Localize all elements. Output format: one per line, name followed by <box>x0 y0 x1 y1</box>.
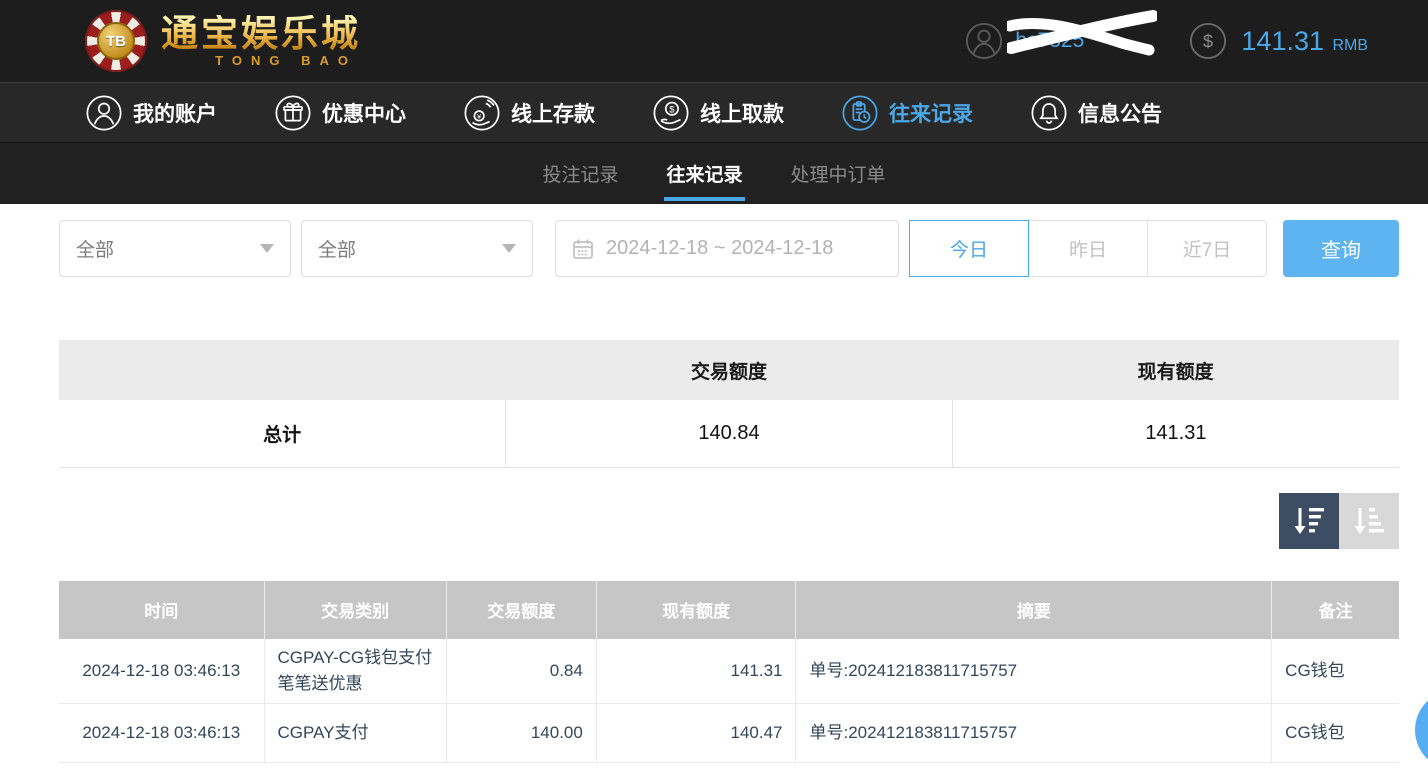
sort-descending-icon <box>1291 504 1327 538</box>
nav-label: 往来记录 <box>889 98 973 128</box>
summary-total-transaction: 140.84 <box>506 400 953 467</box>
cell-type: CGPAY-CG钱包支付笔笔送优惠 <box>264 639 446 704</box>
sort-controls <box>59 493 1399 549</box>
subtab-bar: 投注记录 往来记录 处理中订单 <box>0 143 1428 204</box>
col-header-summary: 摘要 <box>796 581 1272 639</box>
records-table: 时间 交易类别 交易额度 现有额度 摘要 备注 2024-12-18 03:46… <box>59 581 1399 764</box>
table-row: 2024-12-18 03:46:13 CGPAY支付 140.00 140.4… <box>59 704 1399 763</box>
chevron-down-icon <box>260 244 274 253</box>
summary-header-balance: 现有额度 <box>952 340 1399 400</box>
summary-total-row: 总计 140.84 141.31 <box>59 400 1399 467</box>
col-header-amount: 交易额度 <box>446 581 596 639</box>
svg-text:$: $ <box>669 104 675 115</box>
brand-subtitle: TONG BAO <box>215 54 361 67</box>
filter-row: 全部 全部 2024-12-18 ~ 2024-12-18 今日 <box>59 220 1399 277</box>
last7days-button[interactable]: 近7日 <box>1147 220 1267 277</box>
cell-amount: 0.84 <box>446 639 596 704</box>
summary-header-transaction: 交易额度 <box>506 340 953 400</box>
date-range-value: 2024-12-18 ~ 2024-12-18 <box>606 237 833 260</box>
brand-logo[interactable]: TB 通宝娱乐城 TONG BAO <box>85 10 361 72</box>
brand-text: 通宝娱乐城 TONG BAO <box>161 15 361 67</box>
wallet-balance[interactable]: $ 141.31 RMB <box>1189 22 1368 60</box>
nav-item-deposit[interactable]: ¥ 线上存款 <box>463 94 595 132</box>
cell-type: CGPAY支付 <box>264 704 446 763</box>
col-header-time: 时间 <box>59 581 264 639</box>
cell-balance: 141.31 <box>596 639 796 704</box>
nav-item-my-account[interactable]: 我的账户 <box>85 94 217 132</box>
records-icon <box>841 94 879 132</box>
sort-descending-button[interactable] <box>1279 493 1339 549</box>
category-select-1-value: 全部 <box>76 235 114 262</box>
nav-item-withdraw[interactable]: $ 线上取款 <box>652 94 784 132</box>
summary-table: 交易额度 现有额度 总计 140.84 141.31 <box>59 340 1399 468</box>
deposit-icon: ¥ <box>463 94 501 132</box>
dollar-coin-icon: $ <box>1189 22 1227 60</box>
summary-total-balance: 141.31 <box>952 400 1399 467</box>
header-right: bc7325 $ 141.31 RMB <box>965 22 1368 60</box>
nav-label: 信息公告 <box>1078 98 1162 128</box>
nav-label: 优惠中心 <box>322 98 406 128</box>
summary-header-row: 交易额度 现有额度 <box>59 340 1399 400</box>
records-header-row: 时间 交易类别 交易额度 现有额度 摘要 备注 <box>59 581 1399 639</box>
promo-icon <box>274 94 312 132</box>
category-select-2-value: 全部 <box>318 235 356 262</box>
poker-chip-icon: TB <box>85 10 147 72</box>
cell-note: CG钱包 <box>1272 704 1399 763</box>
account-icon <box>85 94 123 132</box>
col-header-type: 交易类别 <box>264 581 446 639</box>
svg-text:$: $ <box>1203 32 1213 52</box>
announce-icon <box>1030 94 1068 132</box>
cell-balance: 140.47 <box>596 704 796 763</box>
username: bc7325 <box>1015 29 1111 53</box>
withdraw-icon: $ <box>652 94 690 132</box>
calendar-icon <box>572 238 594 260</box>
nav-item-transaction-records[interactable]: 往来记录 <box>841 94 973 132</box>
nav-item-promotions[interactable]: 优惠中心 <box>274 94 406 132</box>
cell-summary: 单号:202412183811715757 <box>796 639 1272 704</box>
cell-time: 2024-12-18 03:46:13 <box>59 639 264 704</box>
summary-header-empty <box>59 340 506 400</box>
user-account[interactable]: bc7325 <box>965 22 1111 60</box>
brand-title: 通宝娱乐城 <box>161 15 361 52</box>
cell-time: 2024-12-18 03:46:13 <box>59 704 264 763</box>
top-header: TB 通宝娱乐城 TONG BAO bc7325 $ <box>0 0 1428 82</box>
cell-note: CG钱包 <box>1272 639 1399 704</box>
chevron-down-icon <box>502 244 516 253</box>
balance-currency: RMB <box>1332 37 1368 54</box>
tab-betting-records[interactable]: 投注记录 <box>542 160 618 201</box>
sort-ascending-icon <box>1351 504 1387 538</box>
category-select-1[interactable]: 全部 <box>59 220 291 277</box>
cell-amount: 140.00 <box>446 704 596 763</box>
today-button[interactable]: 今日 <box>909 220 1029 277</box>
balance-amount: 141.31 <box>1241 26 1324 56</box>
summary-total-label: 总计 <box>59 400 506 467</box>
user-avatar-icon <box>965 22 1003 60</box>
content-area: 全部 全部 2024-12-18 ~ 2024-12-18 今日 <box>0 204 1428 763</box>
category-select-2[interactable]: 全部 <box>301 220 533 277</box>
date-range-picker[interactable]: 2024-12-18 ~ 2024-12-18 <box>555 220 899 277</box>
col-header-note: 备注 <box>1272 581 1399 639</box>
main-nav: 我的账户 优惠中心 ¥ 线上存款 $ 线上取款 <box>0 82 1428 143</box>
nav-label: 我的账户 <box>133 98 217 128</box>
quick-date-group: 今日 昨日 近7日 <box>909 220 1267 277</box>
cell-summary: 单号:202412183811715757 <box>796 704 1272 763</box>
search-button[interactable]: 查询 <box>1283 220 1399 277</box>
nav-label: 线上存款 <box>511 98 595 128</box>
nav-label: 线上取款 <box>700 98 784 128</box>
chip-label: TB <box>97 22 135 60</box>
nav-item-announcements[interactable]: 信息公告 <box>1030 94 1162 132</box>
tab-pending-orders[interactable]: 处理中订单 <box>791 160 886 201</box>
sort-ascending-button[interactable] <box>1339 493 1399 549</box>
tab-transaction-records[interactable]: 往来记录 <box>666 160 742 201</box>
table-row: 2024-12-18 03:46:13 CGPAY-CG钱包支付笔笔送优惠 0.… <box>59 639 1399 704</box>
yesterday-button[interactable]: 昨日 <box>1028 220 1148 277</box>
col-header-balance: 现有额度 <box>596 581 796 639</box>
